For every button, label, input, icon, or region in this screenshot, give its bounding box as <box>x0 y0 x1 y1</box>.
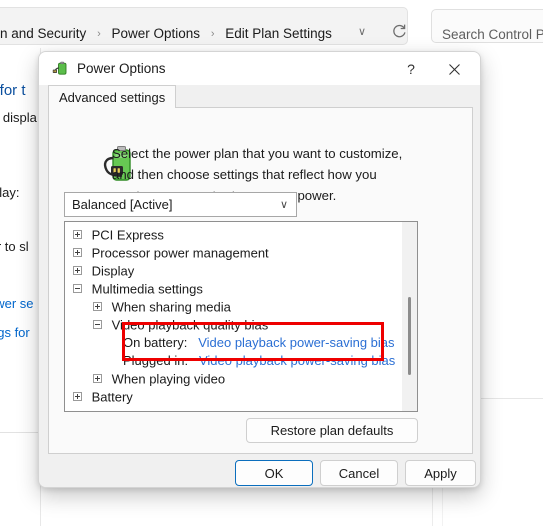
expand-icon[interactable] <box>73 230 82 240</box>
tree-row[interactable]: Processor power management <box>73 244 269 262</box>
tree-row-label: PCI Express <box>91 227 164 243</box>
tree-scrollbar[interactable] <box>402 222 417 411</box>
apply-button[interactable]: Apply <box>405 460 476 486</box>
tree-row-label: Processor power management <box>91 245 269 261</box>
bg-link-fragment[interactable]: ower se <box>0 296 34 311</box>
tree-row-label: Battery <box>91 389 133 405</box>
tabstrip: Advanced settings <box>48 85 473 108</box>
tab-advanced-settings[interactable]: Advanced settings <box>48 85 177 108</box>
setting-on-battery[interactable]: On battery: Video playback power-saving … <box>123 334 395 352</box>
power-plan-icon <box>52 60 70 78</box>
search-placeholder: Search Control P... <box>442 27 543 42</box>
chevron-down-icon[interactable]: ∨ <box>358 25 366 38</box>
power-settings-tree[interactable]: PCI Express Processor power management D… <box>64 221 418 412</box>
breadcrumb-item-0[interactable]: n and Security <box>0 26 86 41</box>
tree-row[interactable]: Video playback quality bias <box>93 316 268 334</box>
bg-heading-fragment: s for t <box>0 82 26 99</box>
expand-icon[interactable] <box>93 302 102 312</box>
restore-plan-defaults-label: Restore plan defaults <box>270 423 394 438</box>
expand-icon[interactable] <box>73 248 82 258</box>
expand-icon[interactable] <box>73 266 82 276</box>
dialog-title: Power Options <box>77 61 166 76</box>
close-icon[interactable] <box>439 58 469 80</box>
cancel-button-label: Cancel <box>338 465 380 481</box>
power-plan-select-value: Balanced [Active] <box>72 197 173 212</box>
tree-row[interactable]: Multimedia settings <box>73 280 203 298</box>
bg-text-fragment: d displa <box>0 110 37 125</box>
tree-row-label: Display <box>91 263 135 279</box>
tree-row-label: When playing video <box>111 371 226 387</box>
setting-plugged-in-label: Plugged in: <box>123 353 189 368</box>
refresh-icon[interactable] <box>390 22 408 40</box>
tree-scrollbar-thumb[interactable] <box>408 297 411 375</box>
breadcrumb-separator-icon: › <box>97 28 101 40</box>
collapse-icon[interactable] <box>93 320 102 330</box>
ok-button-label: OK <box>264 465 284 481</box>
dialog-titlebar[interactable]: Power Options ? <box>39 52 480 85</box>
tree-row[interactable]: Display <box>73 262 134 280</box>
expand-icon[interactable] <box>73 392 82 402</box>
power-options-dialog: Power Options ? Advanced settings Select… <box>38 51 481 488</box>
tree-row[interactable]: PCI Express <box>73 226 164 244</box>
bg-link-fragment[interactable]: ngs for <box>0 325 30 340</box>
tree-row[interactable]: Battery <box>73 388 133 406</box>
setting-on-battery-label: On battery: <box>123 335 188 350</box>
apply-button-label: Apply <box>424 465 457 481</box>
ok-button[interactable]: OK <box>235 460 313 486</box>
tree-row[interactable]: When sharing media <box>93 298 231 316</box>
tree-row-label: When sharing media <box>111 299 231 315</box>
setting-plugged-in[interactable]: Plugged in: Video playback power-saving … <box>123 352 395 370</box>
tree-row[interactable]: When playing video <box>93 370 225 388</box>
setting-on-battery-value[interactable]: Video playback power-saving bias <box>198 335 394 350</box>
tab-advanced-settings-label: Advanced settings <box>59 89 166 105</box>
power-plan-select[interactable]: Balanced [Active] ∨ <box>64 192 297 217</box>
breadcrumb-item-1[interactable]: Power Options <box>112 26 201 41</box>
bg-text-fragment: ter to sl <box>0 239 29 254</box>
collapse-icon[interactable] <box>73 284 82 294</box>
tree-row-label: Multimedia settings <box>91 281 203 297</box>
tree-row-label: Video playback quality bias <box>111 317 269 333</box>
chevron-down-icon: ∨ <box>279 199 288 211</box>
restore-plan-defaults-button[interactable]: Restore plan defaults <box>246 418 418 443</box>
breadcrumb[interactable]: n and Security › Power Options › Edit Pl… <box>0 26 332 41</box>
cancel-button[interactable]: Cancel <box>320 460 398 486</box>
help-button[interactable]: ? <box>397 58 425 80</box>
screen: n and Security › Power Options › Edit Pl… <box>0 0 543 526</box>
expand-icon[interactable] <box>93 374 102 384</box>
setting-plugged-in-value[interactable]: Video playback power-saving bias <box>199 353 395 368</box>
breadcrumb-item-2[interactable]: Edit Plan Settings <box>225 26 332 41</box>
breadcrumb-separator-icon: › <box>210 28 215 40</box>
bg-text-fragment: play: <box>0 185 20 200</box>
